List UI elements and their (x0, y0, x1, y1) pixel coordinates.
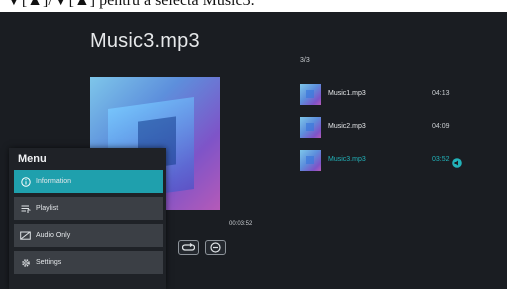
track-thumbnail (300, 117, 321, 138)
menu-item-playlist[interactable]: Playlist (14, 197, 163, 220)
menu-title: Menu (18, 153, 47, 165)
track-name: Music3.mp3 (328, 156, 366, 163)
menu-item-label: Playlist (36, 205, 59, 212)
repeat-button[interactable] (178, 240, 199, 255)
playlist-item-current[interactable]: Music3.mp3 03:52 (300, 150, 490, 171)
media-player-screen: Music3.mp3 00:03:52 Menu Information Pla… (0, 12, 507, 289)
audio-only-icon (20, 230, 31, 241)
instruction-caption: ▼[▲]/▼[▲] pentru a selecta Music3. (0, 0, 507, 12)
now-playing-title: Music3.mp3 (90, 30, 200, 52)
playlist-icon (20, 203, 31, 214)
gear-icon (20, 257, 31, 268)
elapsed-time: 00:03:52 (229, 221, 253, 227)
menu-item-label: Information (36, 178, 72, 185)
track-duration: 03:52 (432, 156, 450, 163)
instruction-text: ▼[▲]/▼[▲] pentru a selecta Music3. (6, 0, 255, 9)
menu-item-audio-only[interactable]: Audio Only (14, 224, 163, 247)
playlist-count: 3/3 (300, 57, 310, 64)
track-thumbnail (300, 150, 321, 171)
info-icon (20, 176, 31, 187)
track-duration: 04:09 (432, 123, 450, 130)
playlist-item[interactable]: Music1.mp3 04:13 (300, 84, 490, 105)
menu-item-information[interactable]: Information (14, 170, 163, 193)
minus-circle-icon (210, 242, 221, 253)
repeat-icon (182, 243, 195, 251)
menu-item-label: Audio Only (36, 232, 71, 239)
playlist-item[interactable]: Music2.mp3 04:09 (300, 117, 490, 138)
track-name: Music2.mp3 (328, 123, 366, 130)
now-playing-speaker-icon (452, 155, 462, 168)
track-thumbnail (300, 84, 321, 105)
options-menu: Menu Information Playlist Audio Only Set… (9, 148, 166, 289)
stop-button[interactable] (205, 240, 226, 255)
track-duration: 04:13 (432, 90, 450, 97)
menu-item-settings[interactable]: Settings (14, 251, 163, 274)
menu-item-label: Settings (36, 259, 62, 266)
track-name: Music1.mp3 (328, 90, 366, 97)
